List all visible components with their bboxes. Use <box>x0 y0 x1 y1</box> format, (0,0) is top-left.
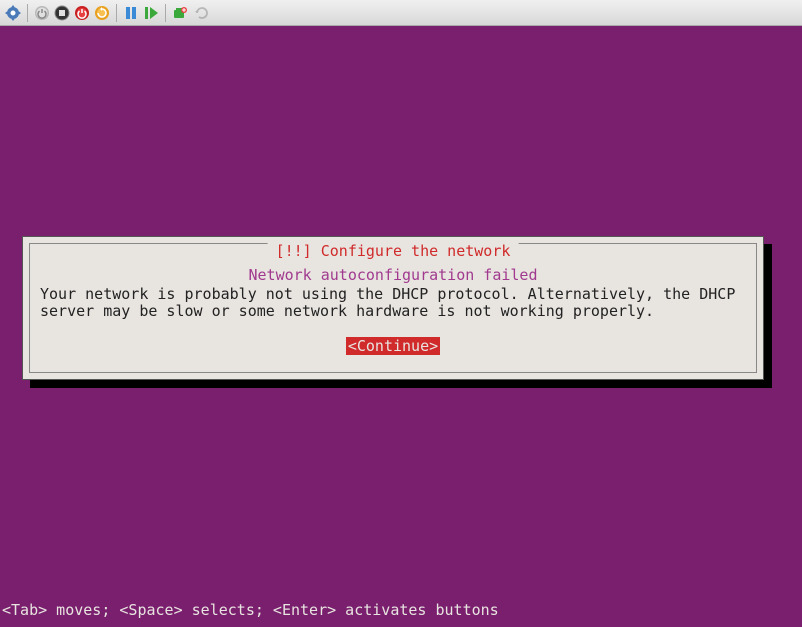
continue-button[interactable]: <Continue> <box>346 337 440 355</box>
toolbar-separator <box>116 4 117 22</box>
snapshot-icon[interactable] <box>171 4 189 22</box>
toolbar-separator <box>165 4 166 22</box>
power-icon[interactable] <box>33 4 51 22</box>
button-row: <Continue> <box>40 337 746 355</box>
settings-icon[interactable] <box>4 4 22 22</box>
undo-icon[interactable] <box>191 4 209 22</box>
toolbar-separator <box>27 4 28 22</box>
installer-screen: [!!] Configure the network Network autoc… <box>0 26 802 627</box>
dialog-border: [!!] Configure the network Network autoc… <box>29 243 757 373</box>
help-bar: <Tab> moves; <Space> selects; <Enter> ac… <box>0 601 499 619</box>
pause-icon[interactable] <box>122 4 140 22</box>
vm-toolbar <box>0 0 802 26</box>
stop-icon[interactable] <box>53 4 71 22</box>
shutdown-icon[interactable] <box>73 4 91 22</box>
play-icon[interactable] <box>142 4 160 22</box>
restart-icon[interactable] <box>93 4 111 22</box>
dialog-body: Network autoconfiguration failed Your ne… <box>30 244 756 365</box>
error-heading: Network autoconfiguration failed <box>40 266 746 284</box>
dialog-title: [!!] Configure the network <box>268 242 519 260</box>
error-message: Your network is probably not using the D… <box>40 286 746 319</box>
network-config-dialog: [!!] Configure the network Network autoc… <box>22 236 764 380</box>
